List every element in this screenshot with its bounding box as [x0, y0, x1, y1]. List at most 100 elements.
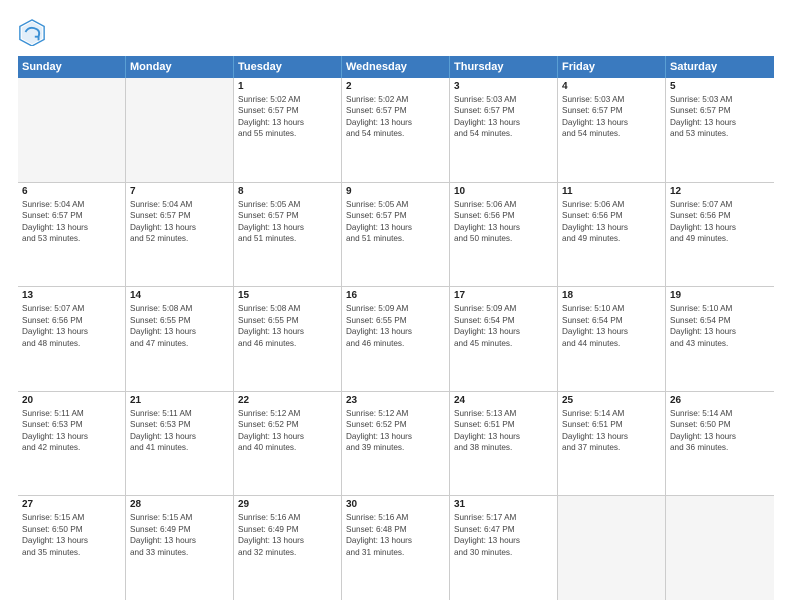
calendar-cell: 17Sunrise: 5:09 AMSunset: 6:54 PMDayligh… [450, 287, 558, 391]
day-number: 15 [238, 290, 337, 301]
cell-line: Sunset: 6:50 PM [22, 524, 121, 535]
cell-line: Sunset: 6:57 PM [454, 105, 553, 116]
calendar-cell: 14Sunrise: 5:08 AMSunset: 6:55 PMDayligh… [126, 287, 234, 391]
cell-line: Daylight: 13 hours [22, 222, 121, 233]
cell-line: Sunset: 6:56 PM [454, 210, 553, 221]
cell-line: and 49 minutes. [670, 233, 770, 244]
calendar: SundayMondayTuesdayWednesdayThursdayFrid… [18, 56, 774, 600]
calendar-cell [558, 496, 666, 600]
calendar-row-1: 6Sunrise: 5:04 AMSunset: 6:57 PMDaylight… [18, 183, 774, 288]
cell-line: and 41 minutes. [130, 442, 229, 453]
cell-line: Daylight: 13 hours [346, 222, 445, 233]
cell-line: Sunset: 6:56 PM [670, 210, 770, 221]
cell-line: and 39 minutes. [346, 442, 445, 453]
cell-line: Sunset: 6:51 PM [562, 419, 661, 430]
calendar-cell: 22Sunrise: 5:12 AMSunset: 6:52 PMDayligh… [234, 392, 342, 496]
calendar-row-2: 13Sunrise: 5:07 AMSunset: 6:56 PMDayligh… [18, 287, 774, 392]
cell-line: and 55 minutes. [238, 128, 337, 139]
cell-line: Sunrise: 5:06 AM [562, 199, 661, 210]
cell-line: Sunset: 6:56 PM [22, 315, 121, 326]
cell-line: Sunrise: 5:03 AM [670, 94, 770, 105]
cell-line: and 38 minutes. [454, 442, 553, 453]
cell-line: and 33 minutes. [130, 547, 229, 558]
cell-line: and 54 minutes. [346, 128, 445, 139]
cell-line: and 36 minutes. [670, 442, 770, 453]
cell-line: Daylight: 13 hours [346, 326, 445, 337]
calendar-cell: 13Sunrise: 5:07 AMSunset: 6:56 PMDayligh… [18, 287, 126, 391]
calendar-row-3: 20Sunrise: 5:11 AMSunset: 6:53 PMDayligh… [18, 392, 774, 497]
cell-line: Sunrise: 5:04 AM [130, 199, 229, 210]
page: SundayMondayTuesdayWednesdayThursdayFrid… [0, 0, 792, 612]
cell-line: Daylight: 13 hours [562, 431, 661, 442]
calendar-cell: 10Sunrise: 5:06 AMSunset: 6:56 PMDayligh… [450, 183, 558, 287]
cell-line: Sunrise: 5:03 AM [454, 94, 553, 105]
cell-line: Sunset: 6:55 PM [130, 315, 229, 326]
cell-line: Daylight: 13 hours [670, 431, 770, 442]
day-number: 16 [346, 290, 445, 301]
cell-line: Sunset: 6:56 PM [562, 210, 661, 221]
cell-line: Sunrise: 5:14 AM [562, 408, 661, 419]
cell-line: and 31 minutes. [346, 547, 445, 558]
cell-line: Sunset: 6:57 PM [346, 210, 445, 221]
cell-line: Sunrise: 5:09 AM [454, 303, 553, 314]
cell-line: Daylight: 13 hours [238, 222, 337, 233]
cell-line: Sunrise: 5:11 AM [130, 408, 229, 419]
cell-line: Sunset: 6:57 PM [238, 105, 337, 116]
cell-line: Sunset: 6:52 PM [238, 419, 337, 430]
cell-line: Daylight: 13 hours [454, 535, 553, 546]
day-number: 26 [670, 395, 770, 406]
cell-line: Sunset: 6:49 PM [238, 524, 337, 535]
cell-line: Sunrise: 5:02 AM [346, 94, 445, 105]
header-day-tuesday: Tuesday [234, 56, 342, 78]
cell-line: Sunrise: 5:04 AM [22, 199, 121, 210]
cell-line: and 51 minutes. [238, 233, 337, 244]
cell-line: Sunrise: 5:03 AM [562, 94, 661, 105]
day-number: 31 [454, 499, 553, 510]
cell-line: and 30 minutes. [454, 547, 553, 558]
day-number: 24 [454, 395, 553, 406]
calendar-cell: 1Sunrise: 5:02 AMSunset: 6:57 PMDaylight… [234, 78, 342, 182]
header-day-saturday: Saturday [666, 56, 774, 78]
calendar-cell [18, 78, 126, 182]
day-number: 23 [346, 395, 445, 406]
cell-line: Sunset: 6:53 PM [22, 419, 121, 430]
header-day-wednesday: Wednesday [342, 56, 450, 78]
cell-line: Sunset: 6:54 PM [454, 315, 553, 326]
calendar-cell: 9Sunrise: 5:05 AMSunset: 6:57 PMDaylight… [342, 183, 450, 287]
cell-line: Sunrise: 5:06 AM [454, 199, 553, 210]
calendar-cell: 25Sunrise: 5:14 AMSunset: 6:51 PMDayligh… [558, 392, 666, 496]
day-number: 5 [670, 81, 770, 92]
calendar-cell: 18Sunrise: 5:10 AMSunset: 6:54 PMDayligh… [558, 287, 666, 391]
cell-line: Sunset: 6:48 PM [346, 524, 445, 535]
logo [18, 18, 50, 46]
header-day-sunday: Sunday [18, 56, 126, 78]
calendar-cell: 28Sunrise: 5:15 AMSunset: 6:49 PMDayligh… [126, 496, 234, 600]
cell-line: and 54 minutes. [562, 128, 661, 139]
cell-line: Sunrise: 5:15 AM [130, 512, 229, 523]
cell-line: and 35 minutes. [22, 547, 121, 558]
cell-line: Sunrise: 5:16 AM [346, 512, 445, 523]
cell-line: Daylight: 13 hours [670, 326, 770, 337]
cell-line: Sunset: 6:52 PM [346, 419, 445, 430]
cell-line: and 54 minutes. [454, 128, 553, 139]
calendar-cell: 3Sunrise: 5:03 AMSunset: 6:57 PMDaylight… [450, 78, 558, 182]
cell-line: Sunrise: 5:13 AM [454, 408, 553, 419]
day-number: 17 [454, 290, 553, 301]
cell-line: Sunrise: 5:12 AM [346, 408, 445, 419]
calendar-cell: 6Sunrise: 5:04 AMSunset: 6:57 PMDaylight… [18, 183, 126, 287]
calendar-cell: 4Sunrise: 5:03 AMSunset: 6:57 PMDaylight… [558, 78, 666, 182]
cell-line: Sunrise: 5:09 AM [346, 303, 445, 314]
cell-line: Sunset: 6:57 PM [562, 105, 661, 116]
cell-line: Daylight: 13 hours [454, 431, 553, 442]
cell-line: Sunset: 6:57 PM [130, 210, 229, 221]
day-number: 2 [346, 81, 445, 92]
day-number: 19 [670, 290, 770, 301]
cell-line: Daylight: 13 hours [238, 535, 337, 546]
day-number: 12 [670, 186, 770, 197]
cell-line: and 52 minutes. [130, 233, 229, 244]
day-number: 7 [130, 186, 229, 197]
day-number: 11 [562, 186, 661, 197]
cell-line: Daylight: 13 hours [346, 431, 445, 442]
calendar-row-4: 27Sunrise: 5:15 AMSunset: 6:50 PMDayligh… [18, 496, 774, 600]
day-number: 10 [454, 186, 553, 197]
